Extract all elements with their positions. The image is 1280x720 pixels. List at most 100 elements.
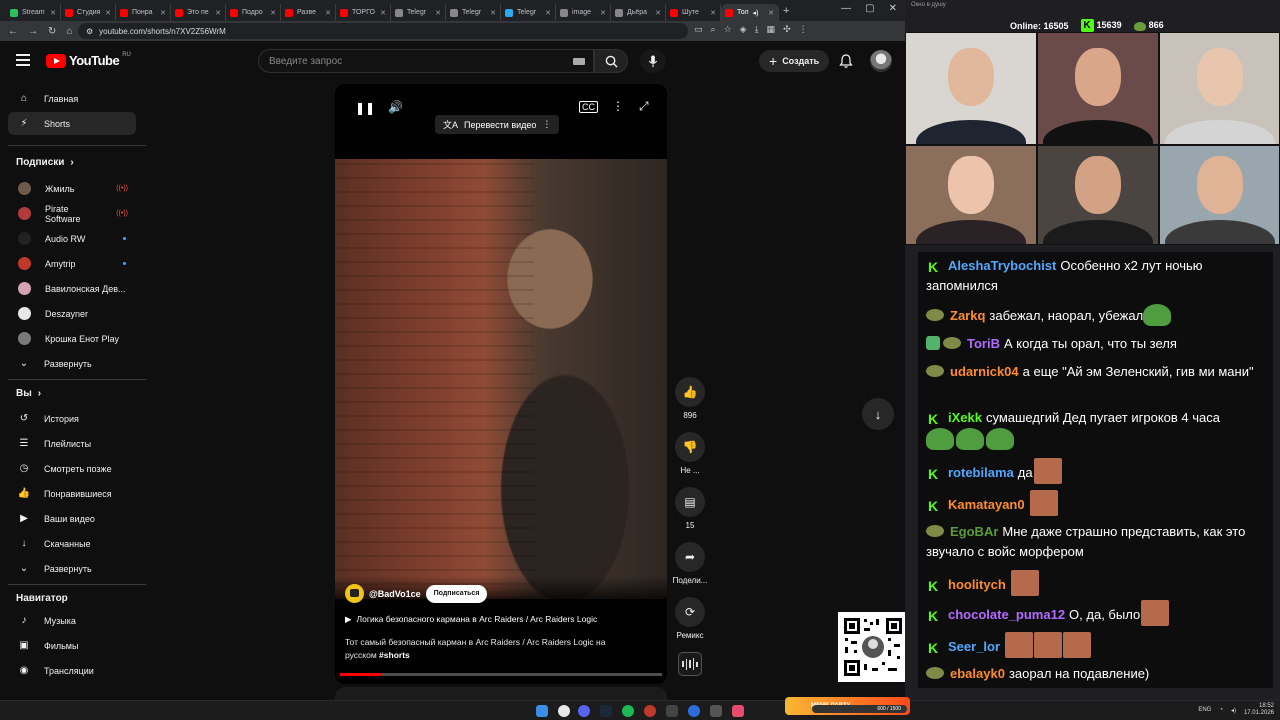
subscription-item[interactable]: Amytrip	[8, 252, 136, 275]
tab-close-icon[interactable]: ✕	[105, 9, 111, 17]
volume-icon[interactable]: 🔊	[388, 100, 403, 114]
reload-icon[interactable]: ↻	[48, 26, 56, 37]
subscription-item[interactable]: Deszayner	[8, 302, 136, 325]
tab-close-icon[interactable]: ✕	[325, 9, 331, 17]
more-options-icon[interactable]: ⋮	[612, 99, 624, 113]
you-item[interactable]: ↺ История	[8, 407, 136, 430]
new-tab-button[interactable]: +	[783, 5, 789, 17]
subscription-item[interactable]: Жмиль ((•))	[8, 177, 136, 200]
tab-close-icon[interactable]: ✕	[380, 9, 386, 17]
short-title[interactable]: ▶ Логика безопасного кармана в Arc Raide…	[345, 614, 597, 625]
tab-close-icon[interactable]: ✕	[435, 9, 441, 17]
spotify-icon[interactable]	[622, 705, 634, 717]
create-button[interactable]: + Создать	[759, 50, 830, 72]
tab-close-icon[interactable]: ✕	[710, 9, 716, 17]
browser-tab[interactable]: Telegr ✕	[501, 4, 556, 21]
sidebar-item-shorts[interactable]: ⚡ Shorts	[8, 112, 136, 135]
tab-close-icon[interactable]: ✕	[768, 9, 774, 17]
next-short-preview[interactable]	[335, 687, 667, 700]
browser-tab[interactable]: Студия ✕	[61, 4, 116, 21]
translate-more-icon[interactable]: ⋮	[542, 119, 551, 130]
address-bar[interactable]: ⚙ youtube.com/shorts/n7XV2Z56WrM	[78, 23, 688, 39]
chat-username[interactable]: Seer_lor	[948, 639, 1000, 654]
share-icon[interactable]: ➦	[675, 542, 705, 572]
browser-tab[interactable]: Это пе ✕	[171, 4, 226, 21]
site-info-icon[interactable]: ⚙	[86, 27, 93, 36]
extensions-icon[interactable]: ◈	[740, 24, 747, 35]
volume-tray-icon[interactable]: ◂)	[1231, 707, 1236, 714]
extension-badge-icon[interactable]: ▦	[767, 24, 776, 35]
chat-username[interactable]: EgoBAr	[950, 524, 998, 539]
app-icon[interactable]	[688, 705, 700, 717]
forward-icon[interactable]: →	[28, 26, 38, 37]
network-icon[interactable]: ◔	[1219, 707, 1223, 713]
chat-username[interactable]: hoolitych	[948, 577, 1006, 592]
search-button[interactable]	[594, 49, 628, 73]
comments-icon[interactable]: ▤	[675, 487, 705, 517]
dislike-icon[interactable]: 👎	[675, 432, 705, 462]
navigator-item[interactable]: ▣ Фильмы	[8, 634, 136, 657]
zoom-icon[interactable]: ⌕	[711, 24, 716, 35]
browser-tab[interactable]: image ✕	[556, 4, 611, 21]
app-icon[interactable]	[732, 705, 744, 717]
download-icon[interactable]: ⤓	[755, 24, 759, 35]
like-action[interactable]: 👍 896	[670, 377, 710, 420]
chat-username[interactable]: AleshaTrybochist	[948, 258, 1056, 273]
app-icon[interactable]	[710, 705, 722, 717]
chat-username[interactable]: ebalayk0	[950, 666, 1005, 681]
steam-icon[interactable]	[600, 705, 612, 717]
back-icon[interactable]: ←	[8, 26, 18, 37]
chat-username[interactable]: chocolate_puma12	[948, 607, 1065, 622]
browser-tab[interactable]: Подро ✕	[226, 4, 281, 21]
pause-icon[interactable]: ❚❚	[355, 101, 375, 115]
bookmark-star-icon[interactable]: ☆	[724, 24, 732, 35]
language-indicator[interactable]: ENG	[1198, 707, 1211, 713]
tab-close-icon[interactable]: ✕	[160, 9, 166, 17]
navigator-item[interactable]: ◉ Трансляции	[8, 659, 136, 682]
subscription-item[interactable]: Pirate Software ((•))	[8, 202, 136, 225]
browser-tab[interactable]: Дьёра ✕	[611, 4, 666, 21]
chat-username[interactable]: Zarkq	[950, 308, 985, 323]
search-input[interactable]: Введите запрос	[258, 49, 594, 73]
tab-close-icon[interactable]: ✕	[600, 9, 606, 17]
home-icon[interactable]: ⌂	[66, 26, 72, 37]
start-icon[interactable]	[536, 705, 548, 717]
minimize-button[interactable]: —	[841, 3, 851, 14]
subscriptions-header[interactable]: Подписки ›	[16, 157, 74, 168]
account-avatar[interactable]	[870, 50, 892, 72]
browser-tab[interactable]: Stream ✕	[6, 4, 61, 21]
dislike-action[interactable]: 👎 Не ...	[670, 432, 710, 475]
remix-action[interactable]: ⟳ Ремикс	[670, 597, 710, 640]
navigator-item[interactable]: ♪ Музыка	[8, 609, 136, 632]
voice-search-button[interactable]	[640, 49, 666, 73]
tab-close-icon[interactable]: ✕	[545, 9, 551, 17]
close-window-button[interactable]: ✕	[889, 3, 897, 14]
chat-username[interactable]: Kamatayan0	[948, 497, 1025, 512]
you-item[interactable]: ▶ Ваши видео	[8, 507, 136, 530]
chat-username[interactable]: rotebilama	[948, 465, 1014, 480]
like-icon[interactable]: 👍	[675, 377, 705, 407]
keyboard-icon[interactable]	[573, 58, 585, 65]
youtube-logo[interactable]: YouTube RU	[46, 52, 131, 68]
browser-tab[interactable]: Telegr ✕	[446, 4, 501, 21]
subscription-item[interactable]: Вавилонская Дев...	[8, 277, 136, 300]
you-item[interactable]: ◷ Смотреть позже	[8, 457, 136, 480]
video-frame[interactable]	[335, 159, 667, 599]
subscription-item[interactable]: Audio RW	[8, 227, 136, 250]
you-item[interactable]: ↓ Скачанные	[8, 532, 136, 555]
chat-username[interactable]: udarnick04	[950, 364, 1019, 379]
discord-icon[interactable]	[578, 705, 590, 717]
browser-tab[interactable]: Шуте ✕	[666, 4, 721, 21]
chat-username[interactable]: ToriB	[967, 336, 1000, 351]
translate-video-button[interactable]: 文A Перевести видео ⋮	[435, 115, 560, 134]
menu-icon[interactable]: ⋮	[799, 24, 808, 35]
app-icon[interactable]	[666, 705, 678, 717]
hamburger-menu-icon[interactable]	[16, 54, 30, 66]
expand-you-button[interactable]: ⌄ Развернуть	[8, 557, 136, 580]
tab-close-icon[interactable]: ✕	[490, 9, 496, 17]
notifications-bell-icon[interactable]	[838, 53, 854, 69]
next-short-button[interactable]: ↓	[862, 398, 894, 430]
expand-subscriptions-button[interactable]: ⌄ Развернуть	[8, 352, 136, 375]
you-item[interactable]: ☰ Плейлисты	[8, 432, 136, 455]
channel-name[interactable]: @BadVo1ce	[369, 589, 421, 599]
